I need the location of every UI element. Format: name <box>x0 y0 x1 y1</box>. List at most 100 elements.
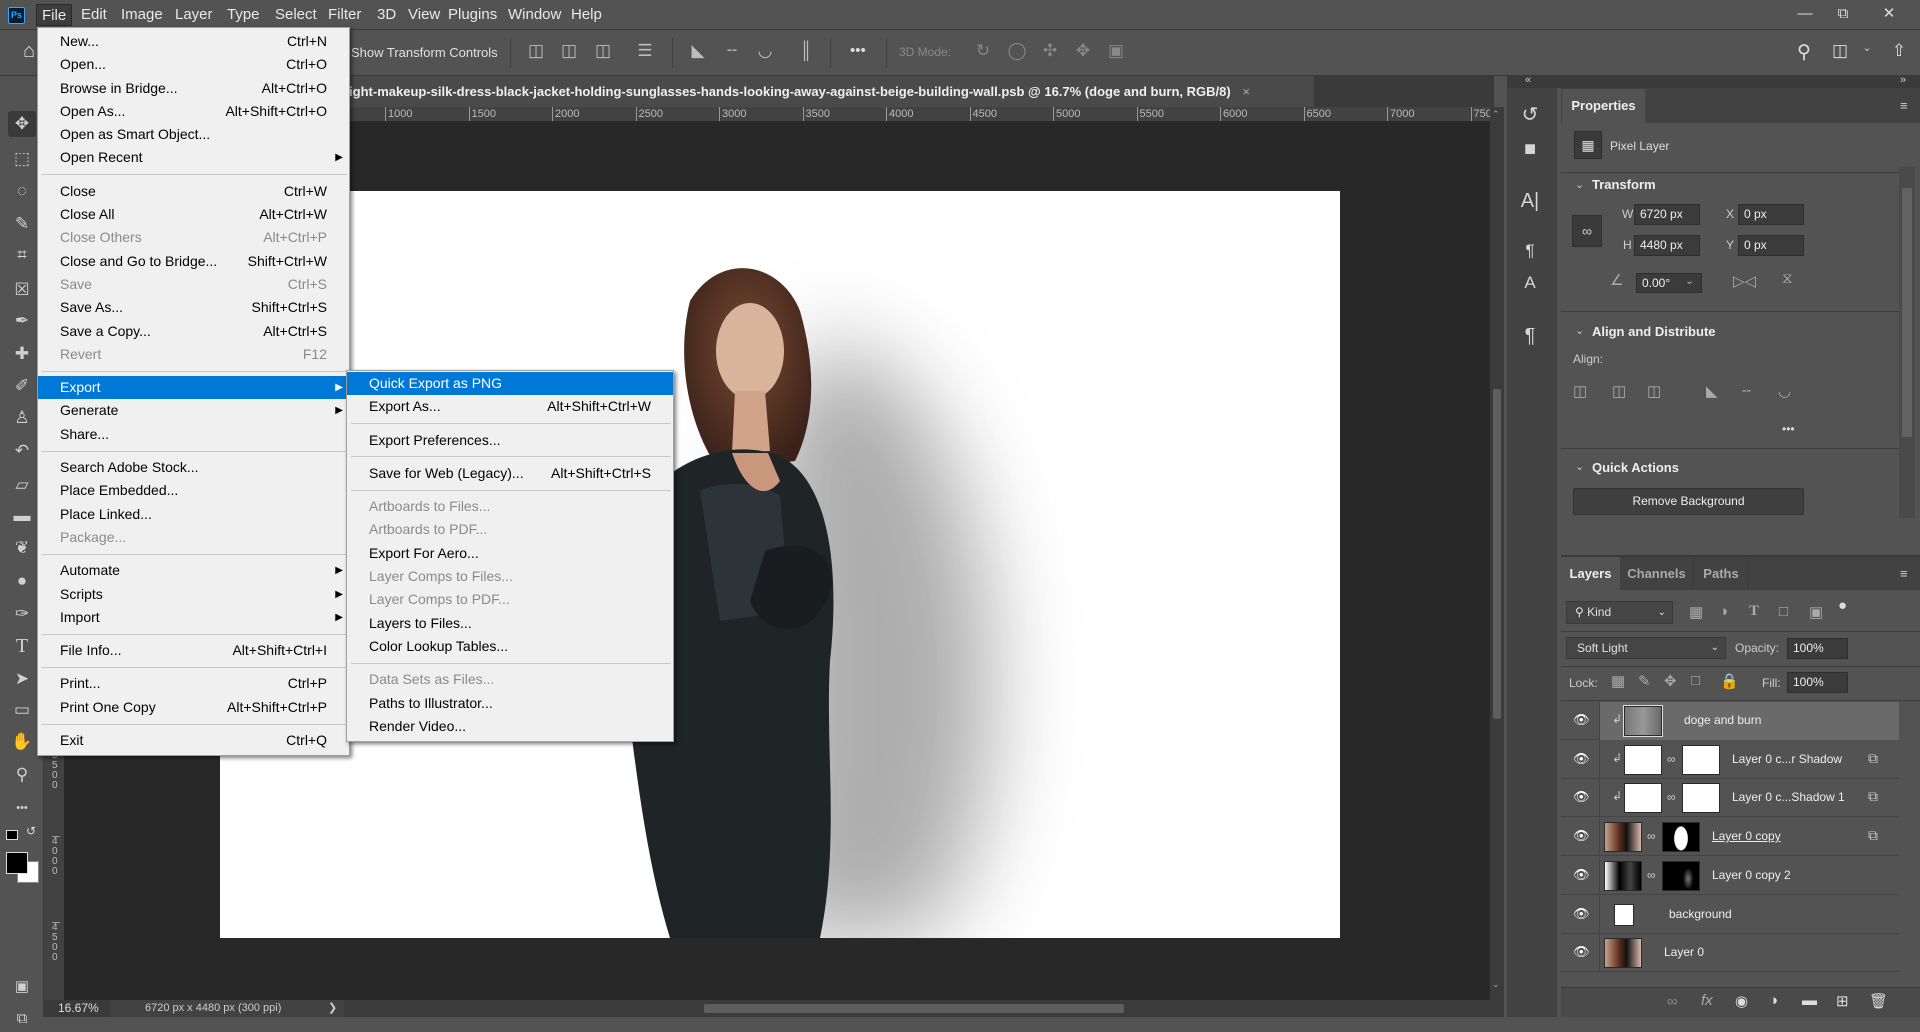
menu-item-file-info[interactable]: File Info... Alt+Shift+Ctrl+I <box>38 639 349 662</box>
layer-row[interactable]: 👁 ∞ Layer 0 copy ⧉ <box>1561 818 1899 857</box>
flip-horizontal-icon[interactable]: ▷◁ <box>1733 272 1756 290</box>
submenu-item-color-lookup-tables[interactable]: Color Lookup Tables... <box>347 635 673 658</box>
x-field[interactable]: 0 px <box>1738 204 1804 225</box>
menu-item-exit[interactable]: Exit Ctrl+Q <box>38 729 349 752</box>
align-right-edges-icon[interactable]: ◫ <box>1647 382 1661 400</box>
menu-image[interactable]: Image <box>116 4 168 26</box>
horizontal-scrollbar[interactable] <box>344 1000 1504 1017</box>
add-mask-icon[interactable]: ◉ <box>1735 992 1748 1010</box>
align-left-icon[interactable]: ◫ <box>525 41 547 61</box>
menu-item-export[interactable]: Export ▶ <box>38 376 349 400</box>
lock-all-icon[interactable]: 🔒 <box>1720 672 1739 690</box>
clone-stamp-tool-icon[interactable]: ♙ <box>8 405 36 431</box>
lock-image-pixels-icon[interactable]: ✎ <box>1638 672 1651 690</box>
width-field[interactable]: 6720 px <box>1634 204 1700 225</box>
swap-colors-icon[interactable]: ↺ <box>26 824 36 838</box>
menu-edit[interactable]: Edit <box>76 4 112 26</box>
hand-tool-icon[interactable]: ✋ <box>8 729 36 755</box>
zoom-tool-icon[interactable]: ⚲ <box>8 762 36 788</box>
pen-tool-icon[interactable]: ✑ <box>8 601 36 627</box>
visibility-eye-icon[interactable]: 👁 <box>1573 906 1590 922</box>
status-menu-arrow[interactable]: ❯ <box>328 1001 337 1014</box>
expand-icon[interactable]: » <box>1900 74 1906 86</box>
menu-item-place-embedded[interactable]: Place Embedded... <box>38 479 349 502</box>
menu-3d[interactable]: 3D <box>372 4 401 26</box>
menu-item-open[interactable]: Open... Ctrl+O <box>38 53 349 76</box>
filter-type-icon[interactable]: T <box>1749 603 1759 620</box>
share-icon[interactable]: ⇧ <box>1888 41 1910 61</box>
frame-tool-icon[interactable]: ☒ <box>8 277 36 303</box>
3d-slide-icon[interactable]: ✥ <box>1072 41 1094 61</box>
visibility-eye-icon[interactable]: 👁 <box>1573 944 1590 960</box>
mask-link-icon[interactable]: ∞ <box>1667 790 1676 804</box>
filter-pixel-icon[interactable]: ▦ <box>1689 603 1703 621</box>
brush-tool-icon[interactable]: ✐ <box>8 373 36 399</box>
paragraph-icon[interactable]: ¶ <box>1513 319 1547 353</box>
panel-menu-icon[interactable]: ≡ <box>1900 98 1908 113</box>
character-styles-icon[interactable]: A <box>1513 266 1547 300</box>
menu-item-open-as[interactable]: Open As... Alt+Shift+Ctrl+O <box>38 100 349 123</box>
chevron-down-icon[interactable]: ⌄ <box>1685 274 1694 287</box>
menu-help[interactable]: Help <box>566 4 607 26</box>
collapse-icon[interactable]: « <box>1525 74 1531 86</box>
link-layers-icon[interactable]: ∞ <box>1667 993 1678 1010</box>
align-top-edges-icon[interactable]: ◣ <box>1706 382 1718 400</box>
history-brush-tool-icon[interactable]: ↶ <box>8 438 36 464</box>
lock-transparent-pixels-icon[interactable]: ▦ <box>1611 672 1625 690</box>
tab-paths[interactable]: Paths <box>1694 557 1749 590</box>
menu-item-print-one-copy[interactable]: Print One Copy Alt+Shift+Ctrl+P <box>38 696 349 719</box>
rectangular-marquee-tool-icon[interactable]: ⬚ <box>8 146 36 172</box>
visibility-eye-icon[interactable]: 👁 <box>1573 867 1590 883</box>
layer-row[interactable]: 👁 Layer 0 <box>1561 934 1899 973</box>
tab-channels[interactable]: Channels <box>1620 557 1694 590</box>
fill-field[interactable]: 100% <box>1787 672 1848 693</box>
layer-row[interactable]: 👁 background <box>1561 895 1899 934</box>
dodge-tool-icon[interactable]: ● <box>8 568 36 594</box>
align-middle-icon[interactable]: ╌ <box>721 41 743 61</box>
quick-selection-tool-icon[interactable]: ✎ <box>8 211 36 237</box>
menu-item-new[interactable]: New... Ctrl+N <box>38 30 349 53</box>
show-transform-controls-label[interactable]: Show Transform Controls <box>351 45 498 60</box>
menu-item-import[interactable]: Import ▶ <box>38 606 349 629</box>
layer-row[interactable]: 👁 ∞ Layer 0 copy 2 <box>1561 856 1899 895</box>
align-center-icon[interactable]: ◫ <box>558 41 580 61</box>
opacity-field[interactable]: 100% <box>1787 638 1848 659</box>
submenu-item-export-as[interactable]: Export As... Alt+Shift+Ctrl+W <box>347 395 673 418</box>
submenu-item-export-for-aero[interactable]: Export For Aero... <box>347 542 673 565</box>
blend-mode-dropdown[interactable]: Soft Light ⌄ <box>1566 637 1726 659</box>
type-tool-icon[interactable]: T <box>8 633 36 659</box>
more-options-button[interactable]: ••• <box>850 42 866 59</box>
link-icon[interactable]: ∞ <box>1572 215 1602 247</box>
layers-panel-menu-icon[interactable]: ≡ <box>1900 566 1908 581</box>
menu-item-open-as-smart-object[interactable]: Open as Smart Object... <box>38 123 349 146</box>
tab-layers[interactable]: Layers <box>1561 557 1620 590</box>
search-icon[interactable]: ⚲ <box>1793 41 1815 64</box>
menu-item-close-and-go-to-bridge[interactable]: Close and Go to Bridge... Shift+Ctrl+W <box>38 250 349 273</box>
workspace-icon[interactable]: ◫ <box>1829 41 1851 61</box>
quick-actions-section-title[interactable]: Quick Actions <box>1592 460 1679 475</box>
submenu-item-quick-export-as-png[interactable]: Quick Export as PNG <box>347 372 673 396</box>
more-align-options[interactable]: ••• <box>1782 422 1795 436</box>
menu-item-search-adobe-stock[interactable]: Search Adobe Stock... <box>38 456 349 479</box>
quick-mask-icon[interactable]: ▣ <box>8 974 36 1000</box>
visibility-eye-icon[interactable]: 👁 <box>1573 828 1590 844</box>
crop-tool-icon[interactable]: ⌗ <box>8 242 36 268</box>
align-left-edges-icon[interactable]: ◫ <box>1573 382 1587 400</box>
scroll-up-icon[interactable]: ⌃ <box>1492 109 1500 120</box>
edit-toolbar-tool-icon[interactable]: ••• <box>8 795 36 821</box>
menu-item-scripts[interactable]: Scripts ▶ <box>38 583 349 606</box>
fx-icon[interactable]: fx <box>1701 992 1713 1009</box>
align-bottom-edges-icon[interactable]: ◡ <box>1778 382 1791 400</box>
foreground-color-swatch[interactable] <box>6 852 28 874</box>
3d-camera-icon[interactable]: ▣ <box>1105 41 1127 61</box>
distribute-vertical-icon[interactable]: ║ <box>795 41 817 61</box>
move-tool-icon[interactable]: ✥ <box>8 111 36 137</box>
menu-file[interactable]: File <box>36 4 73 26</box>
visibility-eye-icon[interactable]: 👁 <box>1573 751 1590 767</box>
align-top-icon[interactable]: ◣ <box>687 41 709 61</box>
eraser-tool-icon[interactable]: ▱ <box>8 472 36 498</box>
visibility-eye-icon[interactable]: 👁 <box>1573 789 1590 805</box>
mask-link-icon[interactable]: ∞ <box>1667 752 1676 766</box>
lasso-tool-icon[interactable]: ◌ <box>8 178 36 204</box>
menu-item-open-recent[interactable]: Open Recent ▶ <box>38 146 349 169</box>
